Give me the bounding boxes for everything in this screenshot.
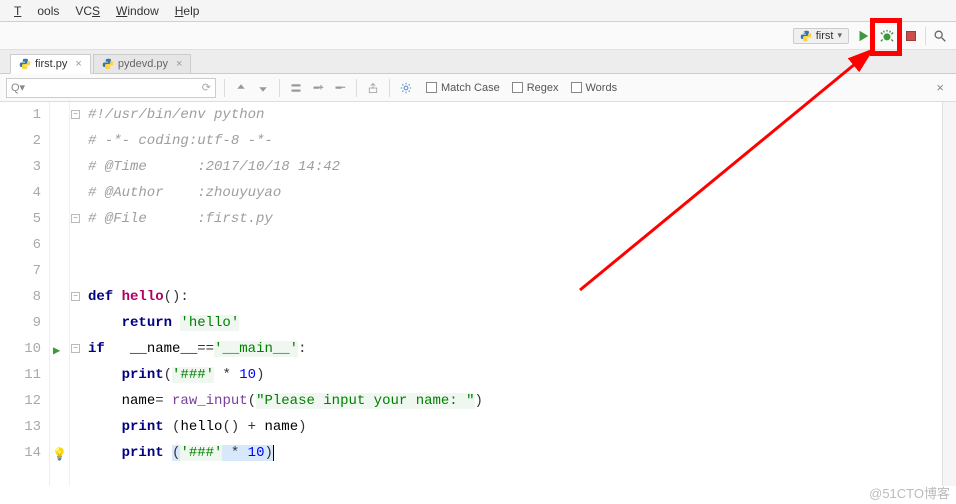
fold-gutter: − − − − xyxy=(70,102,84,486)
menu-bar: Tools VCS Window Help xyxy=(0,0,956,22)
chevron-down-icon: ▾ xyxy=(837,30,842,41)
tab-label: first.py xyxy=(35,58,67,70)
words-checkbox[interactable]: Words xyxy=(571,82,618,94)
python-icon xyxy=(102,58,114,70)
match-case-checkbox[interactable]: Match Case xyxy=(426,82,500,94)
fold-marker-icon[interactable]: − xyxy=(71,292,80,301)
editor-tabs: first.py × pydevd.py × xyxy=(0,50,956,74)
intention-bulb-icon[interactable]: 💡 xyxy=(52,447,67,462)
tab-close-icon[interactable]: × xyxy=(75,58,81,70)
settings-gear-icon[interactable] xyxy=(398,80,414,96)
menu-window[interactable]: Window xyxy=(116,4,159,18)
close-find-bar-icon[interactable]: × xyxy=(930,80,950,95)
python-icon xyxy=(19,58,31,70)
remove-selection-icon[interactable] xyxy=(332,80,348,96)
fold-marker-icon[interactable]: − xyxy=(71,214,80,223)
tab-pydevd-py[interactable]: pydevd.py × xyxy=(93,54,192,74)
tab-close-icon[interactable]: × xyxy=(176,58,182,70)
next-occurrence-icon[interactable] xyxy=(255,80,271,96)
tab-first-py[interactable]: first.py × xyxy=(10,54,91,74)
annotation-highlight-box xyxy=(870,18,902,56)
menu-tools[interactable]: Tools xyxy=(14,4,59,18)
prev-occurrence-icon[interactable] xyxy=(233,80,249,96)
tab-label: pydevd.py xyxy=(118,58,168,70)
menu-vcs[interactable]: VCS xyxy=(75,4,100,18)
export-icon[interactable] xyxy=(365,80,381,96)
code-area[interactable]: #!/usr/bin/env python # -*- coding:utf-8… xyxy=(84,102,942,486)
run-config-dropdown[interactable]: first ▾ xyxy=(793,28,849,44)
error-stripe xyxy=(942,102,956,486)
watermark-text: @51CTO博客 xyxy=(869,483,950,502)
stop-button[interactable] xyxy=(901,26,921,46)
python-icon xyxy=(800,30,812,42)
find-input[interactable]: Q▾ ⟳ xyxy=(6,78,216,98)
search-everywhere-icon[interactable] xyxy=(930,26,950,46)
run-line-icon[interactable]: ▶ xyxy=(53,343,60,358)
select-all-icon[interactable] xyxy=(288,80,304,96)
run-config-label: first xyxy=(816,30,834,42)
code-editor[interactable]: 123 456 789 101112 1314 ▶ 💡 − − − − #!/u… xyxy=(0,102,956,486)
line-number-gutter: 123 456 789 101112 1314 xyxy=(0,102,50,486)
fold-marker-icon[interactable]: − xyxy=(71,110,80,119)
gutter-icons: ▶ 💡 xyxy=(50,102,70,486)
find-bar: Q▾ ⟳ Match Case Regex Words × xyxy=(0,74,956,102)
history-icon[interactable]: ⟳ xyxy=(202,81,211,94)
fold-marker-icon[interactable]: − xyxy=(71,344,80,353)
regex-checkbox[interactable]: Regex xyxy=(512,82,559,94)
toolbar: first ▾ xyxy=(0,22,956,50)
add-selection-icon[interactable] xyxy=(310,80,326,96)
menu-help[interactable]: Help xyxy=(175,4,200,18)
